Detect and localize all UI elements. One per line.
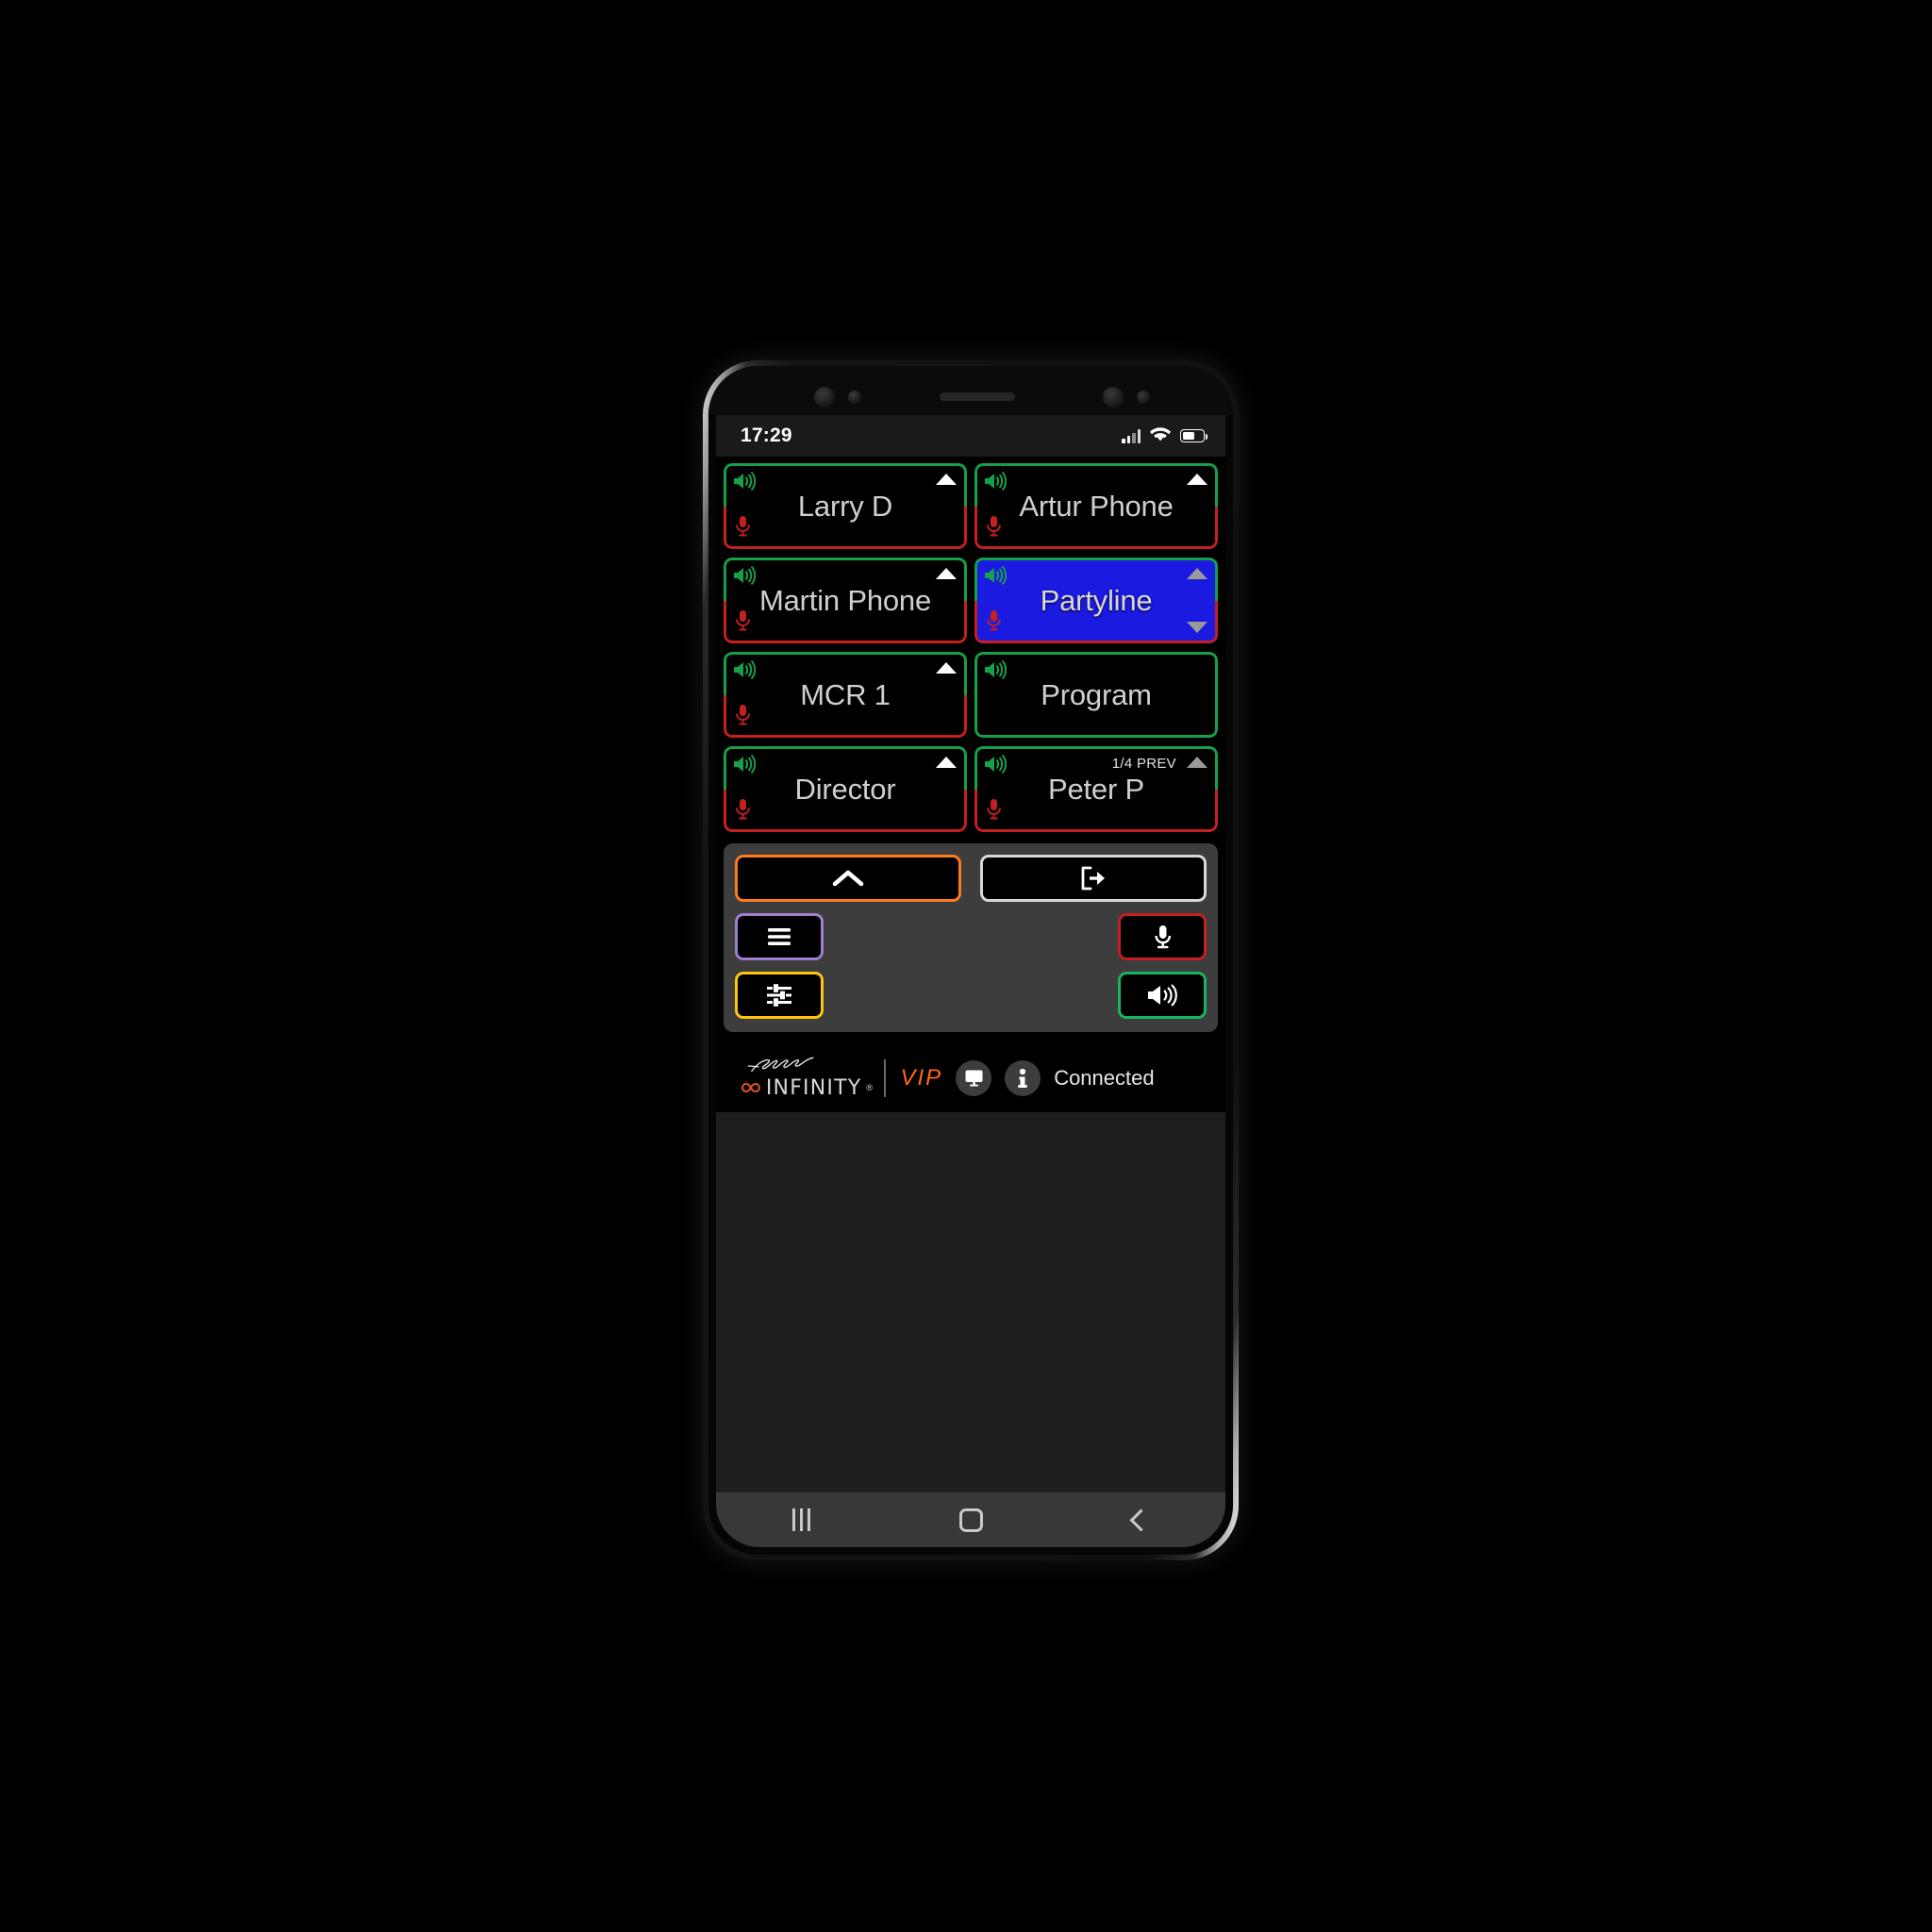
- talk-button-label: Larry D: [797, 490, 893, 523]
- android-navigation-bar: [716, 1492, 1225, 1547]
- talk-button-larry-d[interactable]: Larry D: [724, 463, 967, 549]
- infinity-vip-app: Larry D Artur Phone Martin Phone Partyli…: [716, 457, 1225, 1492]
- infinity-symbol-icon: [741, 1082, 760, 1093]
- volume-down-indicator-icon[interactable]: [1187, 622, 1208, 633]
- phone-top-bezel: [708, 366, 1233, 415]
- talk-button-peter-p[interactable]: 1/4 PREV Peter P: [974, 746, 1218, 832]
- speaker-icon: [983, 565, 1008, 591]
- talk-button-martin-phone[interactable]: Martin Phone: [724, 558, 967, 643]
- infinity-logotype: INFINITY ®: [741, 1076, 873, 1100]
- speaker-icon: [983, 471, 1008, 496]
- status-clock: 17:29: [741, 425, 792, 446]
- microphone-icon: [985, 609, 1003, 637]
- talk-button-director[interactable]: Director: [724, 746, 967, 832]
- empty-content-area: [716, 1112, 1225, 1492]
- preview-count-label: 1/4 PREV: [1111, 756, 1176, 772]
- info-icon[interactable]: [1005, 1059, 1041, 1096]
- wifi-icon: [1149, 425, 1172, 447]
- volume-up-indicator-icon: [1187, 474, 1208, 485]
- microphone-icon: [985, 798, 1003, 825]
- earpiece-speaker: [940, 392, 1015, 401]
- volume-up-indicator-icon: [1187, 757, 1208, 768]
- status-icon-group: [1122, 425, 1208, 447]
- telos-script-wordmark: [747, 1057, 814, 1072]
- speaker-icon: [732, 471, 757, 496]
- front-camera-secondary-icon: [1103, 387, 1124, 408]
- mic-toggle-button[interactable]: [1118, 913, 1207, 960]
- talk-button-label: Program: [1041, 678, 1152, 711]
- talk-button-mcr-1[interactable]: MCR 1: [724, 652, 967, 738]
- battery-icon: [1180, 429, 1208, 442]
- phone-screen: 17:29 Larry D Artur Phone Martin Phone P…: [716, 415, 1225, 1547]
- logout-button[interactable]: [980, 855, 1207, 902]
- home-button[interactable]: [928, 1492, 1013, 1547]
- signal-icon: [1122, 428, 1141, 443]
- microphone-icon: [985, 515, 1003, 542]
- back-button[interactable]: [1098, 1492, 1183, 1547]
- phone-body: 17:29 Larry D Artur Phone Martin Phone P…: [708, 366, 1233, 1555]
- front-camera-icon: [814, 387, 835, 408]
- sensor-icon: [848, 391, 861, 404]
- microphone-icon: [734, 515, 752, 542]
- connection-status-label: Connected: [1054, 1065, 1155, 1090]
- proximity-sensor-icon: [1137, 391, 1150, 404]
- microphone-icon: [734, 609, 752, 637]
- control-panel-row-3: [735, 972, 1207, 1019]
- speaker-toggle-button[interactable]: [1118, 972, 1207, 1019]
- monitor-icon[interactable]: [956, 1059, 992, 1096]
- volume-up-indicator-icon: [936, 757, 957, 768]
- volume-up-indicator-icon: [936, 568, 957, 579]
- talk-button-program[interactable]: Program: [974, 652, 1218, 738]
- speaker-icon: [732, 754, 757, 779]
- collapse-panel-button[interactable]: [735, 855, 961, 902]
- telos-infinity-logo: INFINITY ®: [741, 1057, 873, 1100]
- talk-button-label: MCR 1: [800, 678, 891, 711]
- speaker-icon: [732, 565, 757, 591]
- volume-up-indicator-icon: [936, 474, 957, 485]
- talk-button-artur-phone[interactable]: Artur Phone: [974, 463, 1218, 549]
- talk-button-label: Martin Phone: [759, 584, 931, 617]
- talk-button-partyline[interactable]: Partyline: [974, 558, 1218, 643]
- settings-button[interactable]: [735, 972, 824, 1019]
- microphone-icon: [734, 704, 752, 731]
- microphone-icon: [734, 798, 752, 825]
- menu-button[interactable]: [735, 913, 824, 960]
- talk-button-label: Peter P: [1048, 773, 1144, 806]
- speaker-icon: [983, 659, 1008, 685]
- talk-button-label: Partyline: [1040, 584, 1153, 617]
- recents-icon: [791, 1508, 810, 1531]
- control-panel: [724, 843, 1218, 1032]
- footer-divider: [884, 1058, 886, 1097]
- status-bar: 17:29: [716, 415, 1225, 457]
- speaker-icon: [732, 659, 757, 685]
- back-icon: [1128, 1507, 1153, 1532]
- infinity-text: INFINITY: [765, 1075, 862, 1100]
- talk-button-label: Director: [794, 773, 896, 806]
- app-footer: INFINITY ® VIP Connected: [716, 1043, 1225, 1112]
- talk-button-grid: Larry D Artur Phone Martin Phone Partyli…: [716, 457, 1225, 832]
- talk-button-label: Artur Phone: [1019, 490, 1174, 523]
- control-panel-row-1: [735, 855, 1207, 902]
- product-name-label: VIP: [900, 1064, 943, 1091]
- home-icon: [958, 1507, 983, 1532]
- recents-button[interactable]: [758, 1492, 843, 1547]
- registered-mark: ®: [866, 1083, 873, 1092]
- control-panel-row-2: [735, 913, 1207, 960]
- speaker-icon: [983, 754, 1008, 779]
- phone-device: 17:29 Larry D Artur Phone Martin Phone P…: [703, 360, 1239, 1560]
- volume-up-indicator-icon: [936, 662, 957, 674]
- volume-up-indicator-icon[interactable]: [1187, 568, 1208, 579]
